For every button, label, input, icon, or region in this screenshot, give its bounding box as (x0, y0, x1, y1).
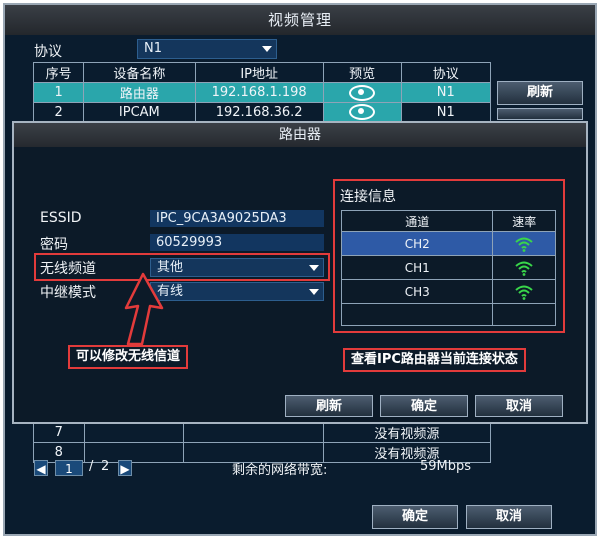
password-field[interactable]: 60529993 (150, 234, 324, 251)
row-channel: CH3 (340, 279, 494, 304)
annotation-arrow (124, 272, 164, 346)
row-ip: 192.168.1.198 (194, 82, 324, 103)
camera-table: 序号 设备名称 IP地址 预览 协议 1 路由器 192.168.1.198 N… (32, 62, 492, 122)
row-protocol: N1 (400, 102, 492, 122)
col-header-rate: 速率 (492, 210, 556, 232)
table-row (340, 303, 556, 326)
window-title: 视频管理 (5, 5, 595, 35)
total-pages: 2 (101, 459, 110, 474)
eye-icon[interactable] (349, 104, 376, 120)
protocol-value: N1 (144, 41, 162, 56)
col-header-protocol: 协议 (400, 62, 492, 83)
chevron-down-icon (262, 46, 272, 52)
col-header-preview: 预览 (322, 62, 402, 83)
row-status: 没有视频源 (322, 422, 492, 443)
row-no: 7 (33, 422, 85, 443)
essid-field[interactable]: IPC_9CA3A9025DA3 (150, 210, 324, 227)
wifi-signal-icon (515, 237, 533, 252)
essid-label: ESSID (40, 210, 82, 226)
eye-icon[interactable] (349, 84, 376, 101)
col-header-no: 序号 (32, 62, 85, 83)
dialog-refresh-button[interactable]: 刷新 (285, 395, 373, 417)
bandwidth-label: 剩余的网络带宽: (232, 463, 328, 478)
password-label: 密码 (40, 237, 68, 253)
row-no: 1 (32, 82, 85, 103)
dialog-ok-button[interactable]: 确定 (380, 395, 468, 417)
col-header-name: 设备名称 (83, 62, 196, 83)
table-row[interactable]: 1 路由器 192.168.1.198 N1 (32, 82, 492, 103)
add-button[interactable] (497, 108, 583, 120)
channel-highlight-box (34, 253, 330, 281)
row-protocol: N1 (400, 82, 492, 103)
col-header-channel: 通道 (340, 210, 494, 232)
bandwidth-value: 59Mbps (420, 459, 472, 474)
next-page-button[interactable]: ▶ (118, 460, 132, 476)
relay-mode-label: 中继模式 (40, 285, 96, 301)
connection-info-title: 连接信息 (340, 189, 396, 205)
channel-table: 7 没有视频源 8 没有视频源 (33, 422, 492, 463)
page-separator: / (89, 459, 94, 474)
preview-cell[interactable] (322, 102, 402, 122)
wifi-signal-icon (515, 261, 533, 276)
annotation-channel-note: 可以修改无线信道 (68, 345, 189, 369)
row-name: IPCAM (83, 102, 196, 122)
protocol-select[interactable]: N1 (137, 39, 277, 59)
cancel-button[interactable]: 取消 (466, 505, 552, 529)
current-page[interactable]: 1 (55, 460, 83, 476)
chevron-down-icon (309, 289, 319, 295)
relay-mode-select[interactable]: 有线 (150, 282, 324, 301)
refresh-button[interactable]: 刷新 (497, 81, 583, 105)
table-row[interactable]: CH1 (340, 255, 556, 280)
row-channel: CH1 (340, 255, 494, 280)
row-name: 路由器 (83, 82, 196, 103)
connection-table: 通道 速率 CH2 CH1 CH3 (340, 210, 556, 326)
prev-page-button[interactable]: ◀ (34, 460, 48, 476)
dialog-cancel-button[interactable]: 取消 (475, 395, 563, 417)
table-row[interactable]: CH2 (340, 231, 556, 256)
row-ip: 192.168.36.2 (194, 102, 324, 122)
table-row[interactable]: 7 没有视频源 (33, 422, 492, 443)
row-no: 2 (32, 102, 85, 122)
preview-cell[interactable] (322, 82, 402, 103)
wifi-signal-icon (515, 285, 533, 300)
protocol-label: 协议 (34, 44, 62, 60)
col-header-ip: IP地址 (194, 62, 324, 83)
row-channel: CH2 (340, 231, 494, 256)
ok-button[interactable]: 确定 (372, 505, 458, 529)
table-row[interactable]: CH3 (340, 279, 556, 304)
table-row[interactable]: 2 IPCAM 192.168.36.2 N1 (32, 102, 492, 122)
annotation-status-note: 查看IPC路由器当前连接状态 (343, 348, 526, 372)
dialog-title: 路由器 (14, 123, 586, 147)
